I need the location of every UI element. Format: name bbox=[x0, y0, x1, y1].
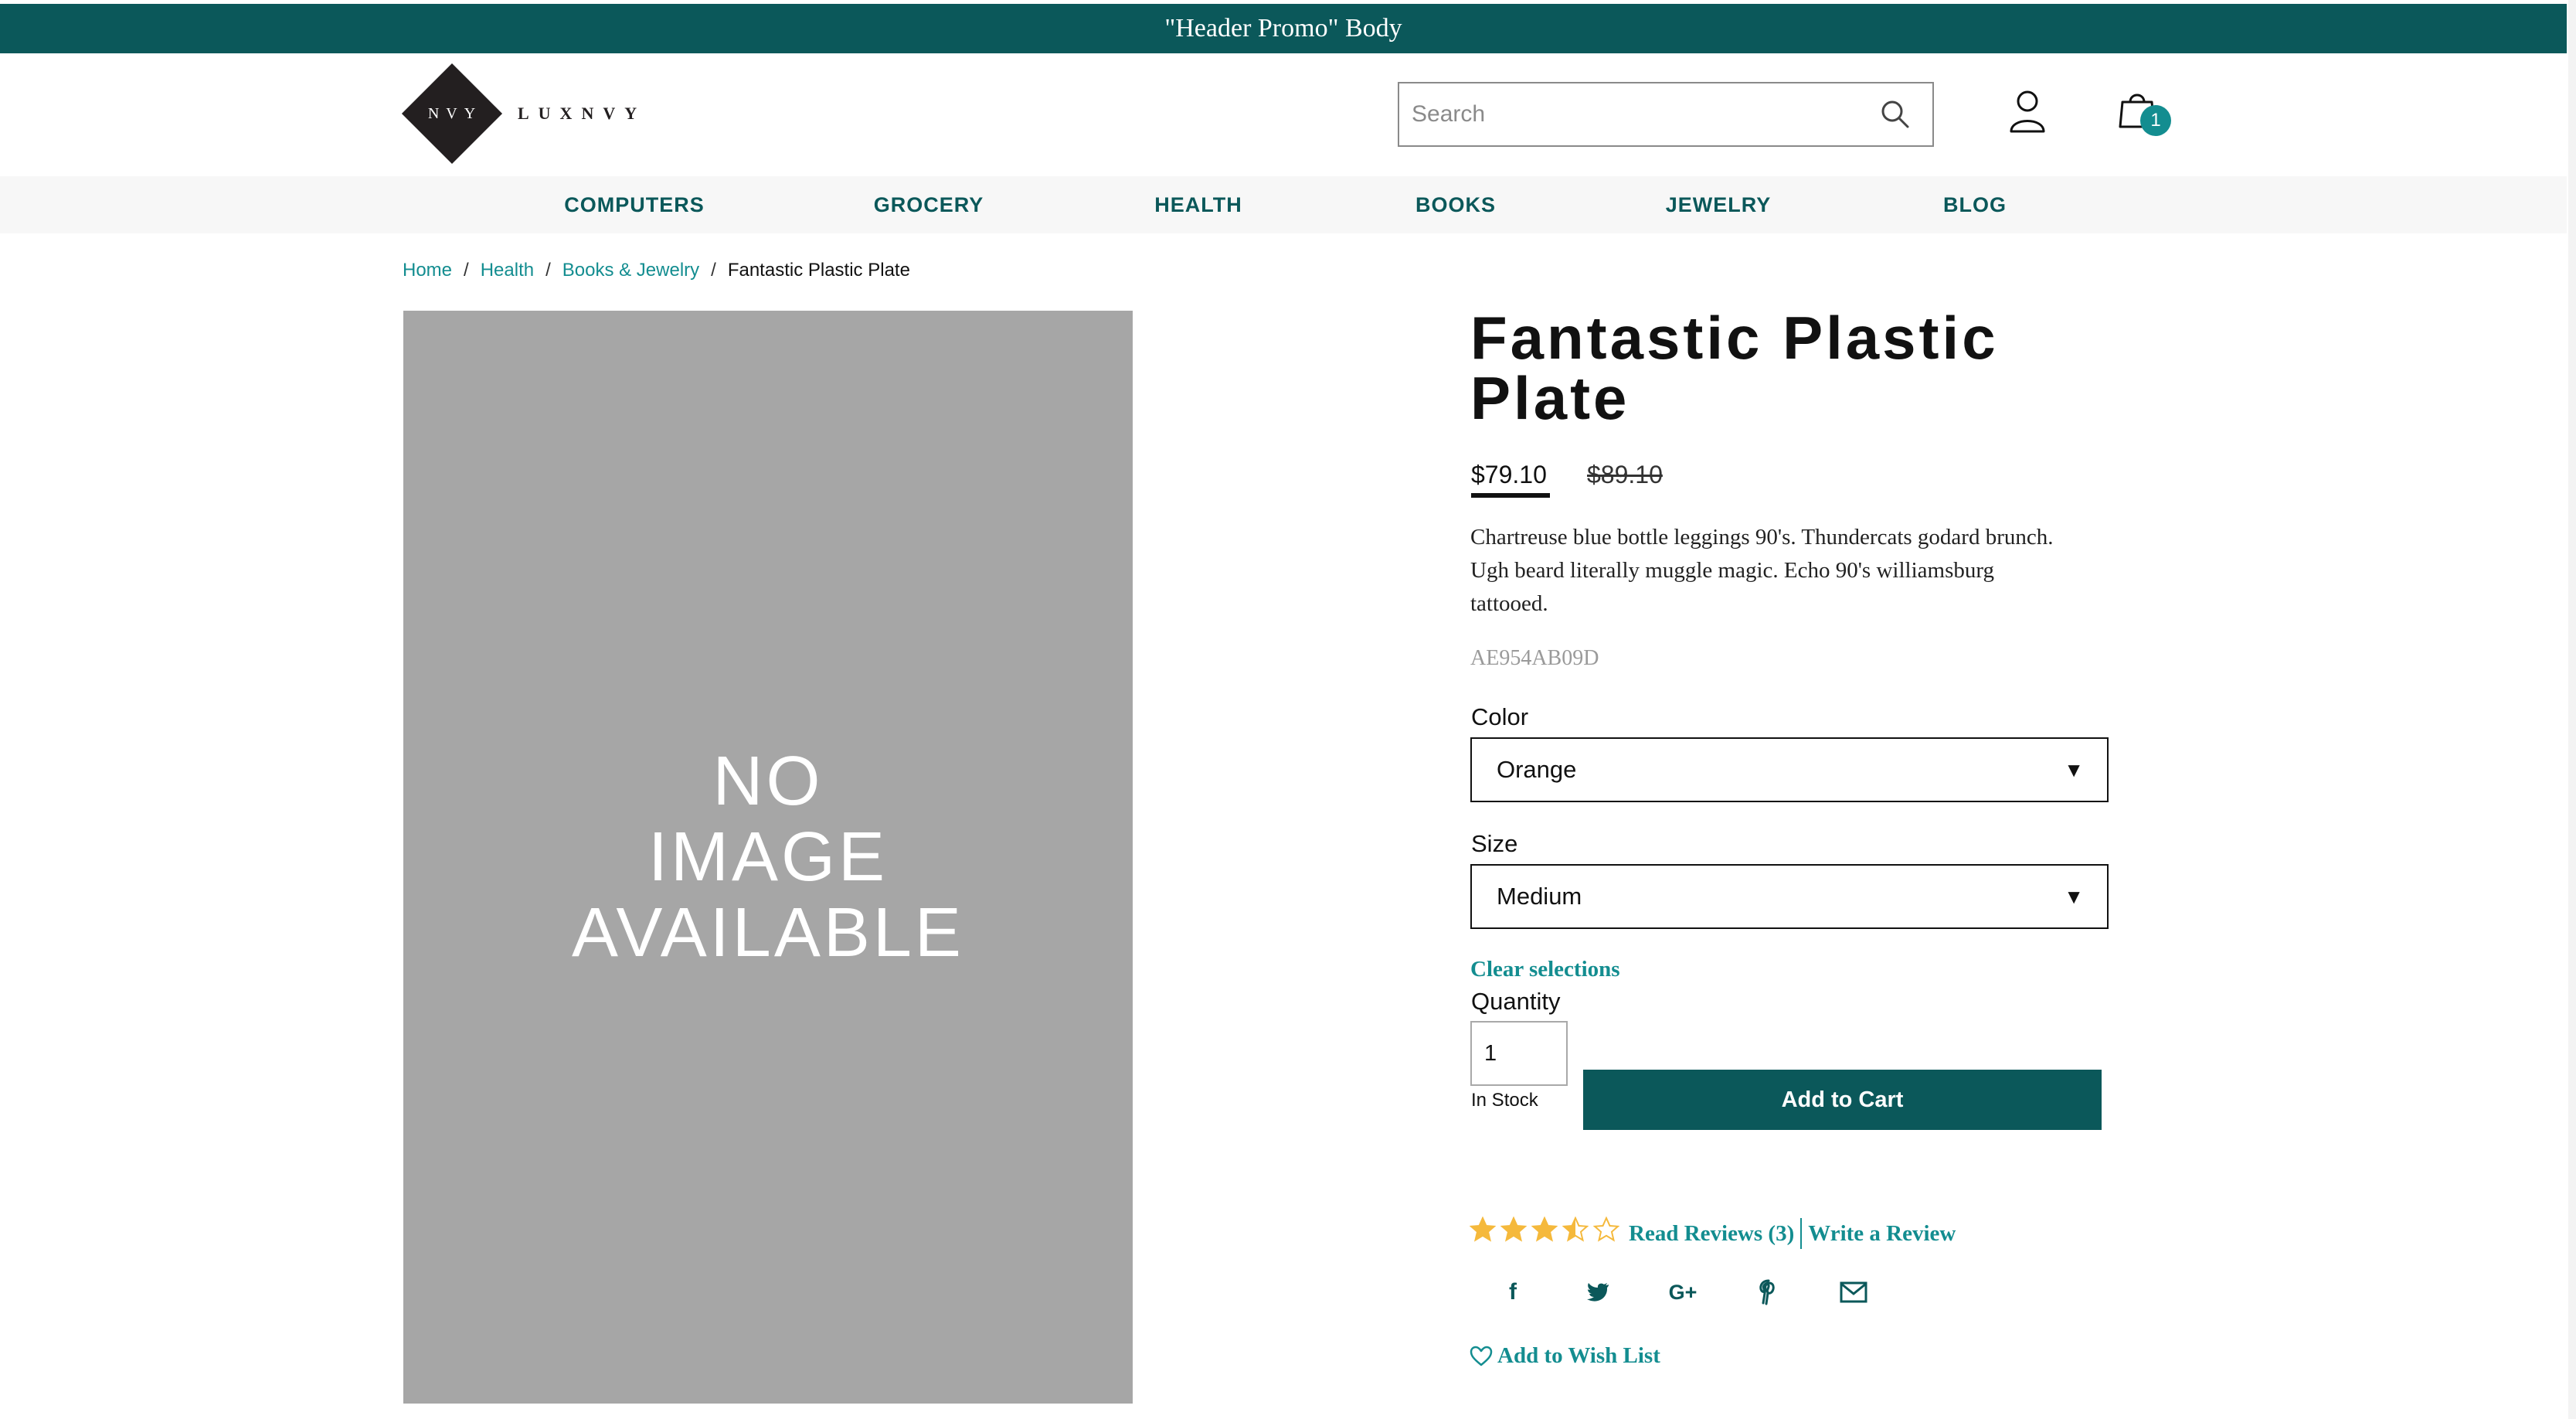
color-label: Color bbox=[1471, 703, 1529, 730]
nav-item-grocery[interactable]: GROCERY bbox=[874, 176, 984, 233]
cart-count-badge: 1 bbox=[2140, 105, 2171, 136]
logo-diamond: NVY bbox=[401, 63, 503, 165]
add-to-cart-button[interactable]: Add to Cart bbox=[1583, 1070, 2102, 1130]
email-icon[interactable] bbox=[1834, 1277, 1873, 1308]
star-icon bbox=[1562, 1217, 1589, 1242]
header-promo-banner: "Header Promo" Body bbox=[0, 4, 2567, 53]
add-to-wish-list-link[interactable]: Add to Wish List bbox=[1470, 1343, 1660, 1369]
sale-price: $79.10 bbox=[1471, 461, 1547, 488]
wish-list-label: Add to Wish List bbox=[1497, 1343, 1660, 1368]
color-select[interactable]: Orange ▼ bbox=[1470, 737, 2109, 802]
facebook-icon[interactable]: f bbox=[1494, 1277, 1532, 1308]
reviews-links: Read Reviews (3) Write a Review bbox=[1629, 1218, 1956, 1249]
size-select[interactable]: Medium ▼ bbox=[1470, 864, 2109, 929]
search-input[interactable] bbox=[1399, 83, 1863, 145]
product-description: Chartreuse blue bottle leggings 90's. Th… bbox=[1470, 525, 2054, 616]
breadcrumb-home[interactable]: Home bbox=[403, 260, 452, 281]
stock-status: In Stock bbox=[1471, 1090, 1538, 1111]
twitter-icon[interactable] bbox=[1579, 1277, 1617, 1308]
size-label: Size bbox=[1471, 830, 1518, 857]
quantity-field[interactable] bbox=[1470, 1021, 1568, 1086]
nav-item-books[interactable]: BOOKS bbox=[1415, 176, 1496, 233]
google-plus-icon[interactable]: G+ bbox=[1664, 1277, 1702, 1308]
page-edge bbox=[2568, 0, 2576, 1419]
star-icon bbox=[1531, 1217, 1558, 1242]
reviews-divider bbox=[1800, 1218, 1803, 1249]
breadcrumb: Home / Health / Books & Jewelry / Fantas… bbox=[403, 260, 910, 281]
breadcrumb-separator: / bbox=[711, 260, 716, 281]
breadcrumb-current: Fantastic Plastic Plate bbox=[727, 260, 910, 281]
write-review-link[interactable]: Write a Review bbox=[1808, 1221, 1956, 1247]
nav-item-health[interactable]: HEALTH bbox=[1154, 176, 1242, 233]
breadcrumb-health[interactable]: Health bbox=[481, 260, 534, 281]
logo-wordmark: LUXNVY bbox=[518, 104, 647, 123]
star-icon bbox=[1500, 1217, 1527, 1242]
quantity-label: Quantity bbox=[1471, 988, 1561, 1015]
product-sku: AE954AB09D bbox=[1470, 646, 1599, 670]
original-price: $89.10 bbox=[1587, 461, 1663, 488]
header-promo-text: "Header Promo" Body bbox=[1164, 14, 1402, 43]
breadcrumb-separator: / bbox=[545, 260, 551, 281]
nav-item-jewelry[interactable]: JEWELRY bbox=[1666, 176, 1772, 233]
star-icon bbox=[1593, 1217, 1619, 1242]
breadcrumb-books-jewelry[interactable]: Books & Jewelry bbox=[562, 260, 699, 281]
cart-button[interactable]: 1 bbox=[2119, 90, 2173, 139]
search-box[interactable] bbox=[1398, 82, 1934, 147]
read-reviews-link[interactable]: Read Reviews (3) bbox=[1629, 1221, 1794, 1247]
dropdown-arrow-icon: ▼ bbox=[2064, 757, 2084, 781]
rating-stars[interactable] bbox=[1470, 1217, 1624, 1243]
quantity-input[interactable] bbox=[1472, 1023, 1566, 1084]
no-image-placeholder-text: NO IMAGE AVAILABLE bbox=[572, 743, 964, 972]
nav-item-computers[interactable]: COMPUTERS bbox=[564, 176, 705, 233]
site-logo[interactable]: NVY LUXNVY bbox=[401, 63, 647, 165]
heart-icon bbox=[1470, 1346, 1493, 1366]
main-navigation: COMPUTERS GROCERY HEALTH BOOKS JEWELRY B… bbox=[0, 176, 2567, 233]
clear-selections-link[interactable]: Clear selections bbox=[1470, 957, 1620, 982]
product-image[interactable]: NO IMAGE AVAILABLE bbox=[403, 311, 1133, 1404]
nav-item-blog[interactable]: BLOG bbox=[1943, 176, 2007, 233]
search-icon[interactable] bbox=[1880, 99, 1911, 130]
color-select-value: Orange bbox=[1497, 756, 1577, 783]
product-title: Fantastic Plastic Plate bbox=[1470, 304, 1999, 432]
logo-mark-text: NVY bbox=[427, 104, 483, 122]
price-underline bbox=[1471, 493, 1550, 498]
breadcrumb-separator: / bbox=[464, 260, 469, 281]
size-select-value: Medium bbox=[1497, 883, 1582, 910]
pinterest-icon[interactable] bbox=[1749, 1277, 1788, 1308]
account-icon[interactable] bbox=[2009, 90, 2046, 133]
dropdown-arrow-icon: ▼ bbox=[2064, 884, 2084, 908]
star-icon bbox=[1470, 1217, 1496, 1242]
